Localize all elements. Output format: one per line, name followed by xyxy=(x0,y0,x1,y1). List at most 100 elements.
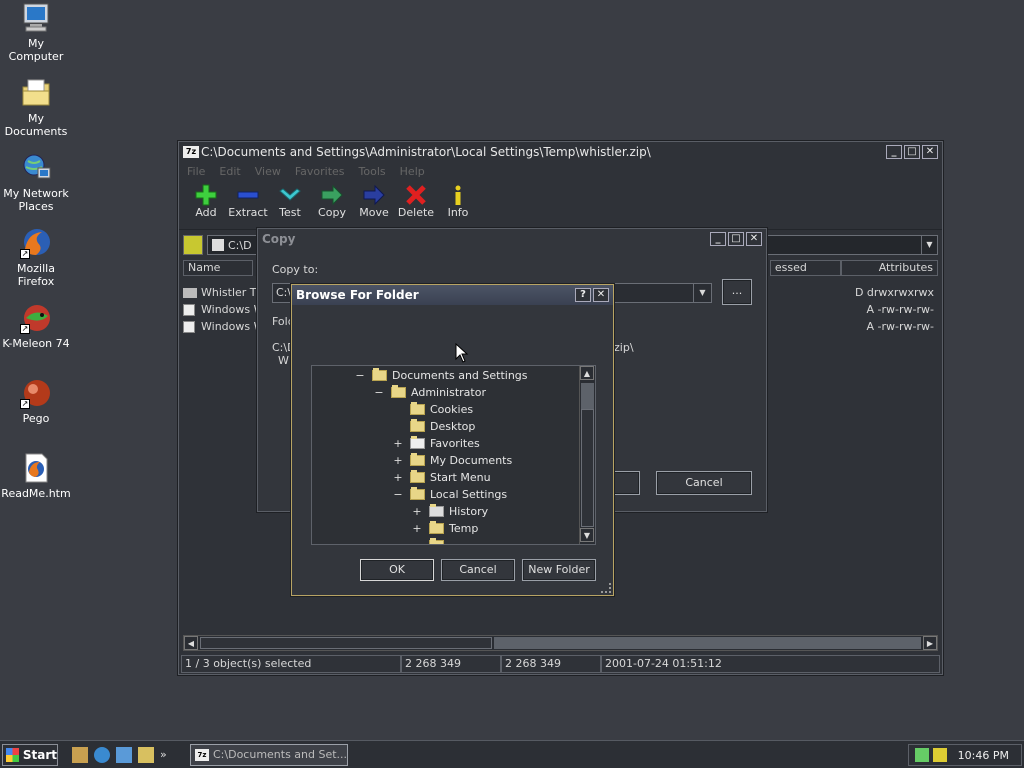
outlook-express-icon[interactable] xyxy=(116,747,132,763)
scroll-left-button[interactable]: ◀ xyxy=(184,636,198,650)
extract-button[interactable]: Extract xyxy=(227,184,269,229)
desktop-icon-my-network-places[interactable]: My Network Places xyxy=(0,152,72,213)
scroll-up-button[interactable]: ▲ xyxy=(580,366,594,380)
scroll-thumb[interactable] xyxy=(200,637,492,649)
start-button[interactable]: Start xyxy=(2,743,58,766)
maximize-button[interactable]: □ xyxy=(904,145,920,159)
horizontal-scrollbar[interactable]: ◀ ▶ xyxy=(183,635,938,651)
tree-node-desktop[interactable]: Desktop xyxy=(392,418,475,435)
scroll-track-upper[interactable] xyxy=(581,383,594,409)
expand-toggle[interactable]: + xyxy=(392,435,404,452)
resize-grip-icon[interactable] xyxy=(601,583,611,593)
tree-node-history[interactable]: + History xyxy=(411,503,488,520)
tree-vertical-scrollbar[interactable]: ▲ ▼ xyxy=(579,366,595,544)
desktop-icon-my-documents[interactable]: My Documents xyxy=(0,77,72,138)
desktop-icon-label: My Computer xyxy=(8,37,64,63)
copy-info-line2: W xyxy=(278,354,289,367)
internet-explorer-icon[interactable] xyxy=(94,747,110,763)
minimize-button[interactable]: _ xyxy=(710,232,726,246)
maximize-button[interactable]: □ xyxy=(728,232,744,246)
move-button[interactable]: Move xyxy=(353,184,395,229)
tree-node-label: Documents and Settings xyxy=(392,369,528,382)
shortcut-arrow-icon: ↗ xyxy=(20,399,30,409)
copy-to-label: Copy to: xyxy=(272,263,319,276)
folder-icon xyxy=(372,368,387,381)
close-button[interactable]: ✕ xyxy=(593,288,609,302)
scroll-thumb[interactable] xyxy=(581,409,594,527)
close-button[interactable]: ✕ xyxy=(922,145,938,159)
column-attributes[interactable]: Attributes xyxy=(841,260,939,276)
chevron-right-icon[interactable]: » xyxy=(160,747,167,763)
test-button[interactable]: Test xyxy=(269,184,311,229)
show-desktop-icon[interactable] xyxy=(72,747,88,763)
scroll-track[interactable] xyxy=(494,637,921,649)
desktop-icon-mozilla-firefox[interactable]: ↗ Mozilla Firefox xyxy=(0,227,72,288)
browse-path-button[interactable]: ... xyxy=(722,279,752,305)
search-icon[interactable] xyxy=(138,747,154,763)
tree-node-administrator[interactable]: − Administrator xyxy=(373,384,486,401)
expand-toggle[interactable]: + xyxy=(411,503,423,520)
expand-toggle[interactable]: + xyxy=(392,469,404,486)
main-titlebar[interactable]: 7z C:\Documents and Settings\Administrat… xyxy=(179,142,942,162)
parent-folder-button[interactable] xyxy=(183,235,203,255)
add-button[interactable]: Add xyxy=(185,184,227,229)
tree-node-local-settings[interactable]: − Local Settings xyxy=(392,486,507,503)
menu-favorites[interactable]: Favorites xyxy=(295,165,345,178)
ok-button[interactable]: OK xyxy=(360,559,434,581)
copy-titlebar[interactable]: Copy _ □ ✕ xyxy=(258,229,766,249)
new-folder-button[interactable]: New Folder xyxy=(522,559,596,581)
taskbar-item-file-manager[interactable]: 7z C:\Documents and Set... xyxy=(190,744,348,766)
folder-icon xyxy=(183,287,197,298)
desktop-icon-my-computer[interactable]: My Computer xyxy=(0,2,72,63)
folder-tree[interactable]: − Documents and Settings − Administrator… xyxy=(311,365,596,545)
delete-icon xyxy=(395,184,437,206)
security-tray-icon[interactable] xyxy=(933,748,947,762)
tree-node-favorites[interactable]: + Favorites xyxy=(392,435,480,452)
tree-node-my-documents[interactable]: + My Documents xyxy=(392,452,512,469)
delete-button[interactable]: Delete xyxy=(395,184,437,229)
scroll-right-button[interactable]: ▶ xyxy=(923,636,937,650)
cancel-button[interactable]: Cancel xyxy=(441,559,515,581)
desktop-icon-k-meleon[interactable]: ↗ K-Meleon 74 xyxy=(0,302,72,350)
desktop-icon-pego[interactable]: ↗ Pego xyxy=(0,377,72,425)
collapse-toggle[interactable]: − xyxy=(373,384,385,401)
menu-edit[interactable]: Edit xyxy=(219,165,240,178)
chevron-down-icon[interactable]: ▼ xyxy=(693,284,711,302)
menu-file[interactable]: File xyxy=(187,165,205,178)
info-button[interactable]: Info xyxy=(437,184,479,229)
file-name: Whistler Th xyxy=(201,286,264,299)
tree-node-documents-and-settings[interactable]: − Documents and Settings xyxy=(354,367,528,384)
tree-node-label: Start Menu xyxy=(430,471,491,484)
desktop-icon-readme[interactable]: ReadMe.htm xyxy=(0,452,72,500)
browse-for-folder-dialog: Browse For Folder ? ✕ − Documents and Se… xyxy=(291,284,614,596)
status-selected: 1 / 3 object(s) selected xyxy=(181,655,401,673)
column-accessed[interactable]: essed xyxy=(769,260,842,276)
copy-button[interactable]: Copy xyxy=(311,184,353,229)
shortcut-arrow-icon: ↗ xyxy=(20,249,30,259)
help-button[interactable]: ? xyxy=(575,288,591,302)
tree-node-temp[interactable]: + Temp xyxy=(411,520,478,537)
collapse-toggle[interactable]: − xyxy=(354,367,366,384)
minimize-button[interactable]: _ xyxy=(886,145,902,159)
cancel-button[interactable]: Cancel xyxy=(656,471,752,495)
address-dropdown-button[interactable]: ▼ xyxy=(921,236,937,254)
computer-icon xyxy=(20,2,52,34)
open-folder-icon xyxy=(429,521,444,534)
network-tray-icon[interactable] xyxy=(915,748,929,762)
expand-toggle[interactable]: + xyxy=(392,452,404,469)
tree-node-cookies[interactable]: Cookies xyxy=(392,401,473,418)
menu-help[interactable]: Help xyxy=(400,165,425,178)
browse-titlebar[interactable]: Browse For Folder ? ✕ xyxy=(292,285,613,305)
status-modified: 2001-07-24 01:51:12 xyxy=(601,655,940,673)
menu-view[interactable]: View xyxy=(255,165,281,178)
clock[interactable]: 10:46 PM xyxy=(958,749,1009,762)
tree-node-start-menu[interactable]: + Start Menu xyxy=(392,469,491,486)
column-name[interactable]: Name xyxy=(183,260,253,276)
expand-toggle[interactable]: + xyxy=(411,520,423,537)
tree-node-label: Cookies xyxy=(430,403,474,416)
menu-tools[interactable]: Tools xyxy=(359,165,386,178)
close-button[interactable]: ✕ xyxy=(746,232,762,246)
folder-icon xyxy=(410,453,425,466)
collapse-toggle[interactable]: − xyxy=(392,486,404,503)
scroll-down-button[interactable]: ▼ xyxy=(580,528,594,542)
